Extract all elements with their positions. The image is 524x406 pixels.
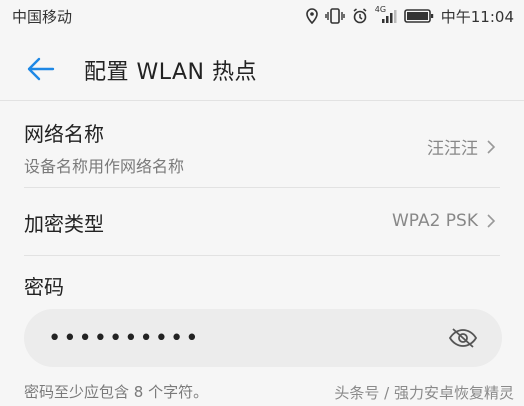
encryption-value-wrap: WPA2 PSK bbox=[392, 211, 496, 231]
network-type-label: 4G bbox=[374, 5, 387, 14]
chevron-right-icon bbox=[487, 214, 496, 228]
watermark: 头条号 / 强力安卓恢复精灵 bbox=[334, 384, 514, 402]
row-divider bbox=[24, 187, 500, 188]
vibrate-icon bbox=[325, 8, 345, 24]
encryption-value: WPA2 PSK bbox=[391, 211, 478, 231]
back-button[interactable] bbox=[22, 54, 58, 84]
password-hint: 密码至少应包含 8 个字符。 bbox=[24, 383, 209, 401]
password-row: 密码 bbox=[24, 271, 500, 299]
clock-label: 中午11:04 bbox=[440, 7, 514, 26]
network-name-value-wrap: 汪汪汪 bbox=[427, 134, 496, 159]
network-name-row[interactable]: 网络名称 设备名称用作网络名称 汪汪汪 bbox=[24, 118, 500, 178]
password-value: •••••••••• bbox=[48, 325, 201, 351]
password-input[interactable]: •••••••••• bbox=[24, 309, 502, 367]
header-divider bbox=[0, 100, 524, 101]
signal-icon: 4G bbox=[374, 5, 397, 24]
row-divider bbox=[24, 255, 500, 256]
eye-off-icon bbox=[448, 328, 478, 348]
app-header: 配置 WLAN 热点 bbox=[0, 40, 524, 98]
location-icon bbox=[305, 8, 318, 24]
status-bar: 中国移动 4G 中午11:04 bbox=[0, 0, 524, 32]
page-title: 配置 WLAN 热点 bbox=[84, 60, 258, 85]
show-password-button[interactable] bbox=[448, 327, 478, 349]
encryption-row[interactable]: 加密类型 WPA2 PSK bbox=[24, 208, 500, 238]
alarm-icon bbox=[352, 8, 368, 24]
battery-icon bbox=[403, 8, 434, 24]
carrier-label: 中国移动 bbox=[12, 7, 73, 26]
password-label: 密码 bbox=[24, 275, 64, 299]
back-arrow-icon bbox=[27, 57, 55, 81]
status-icons: 4G 中午11:04 bbox=[305, 5, 514, 27]
chevron-right-icon bbox=[487, 139, 496, 154]
network-name-value: 汪汪汪 bbox=[427, 139, 478, 159]
